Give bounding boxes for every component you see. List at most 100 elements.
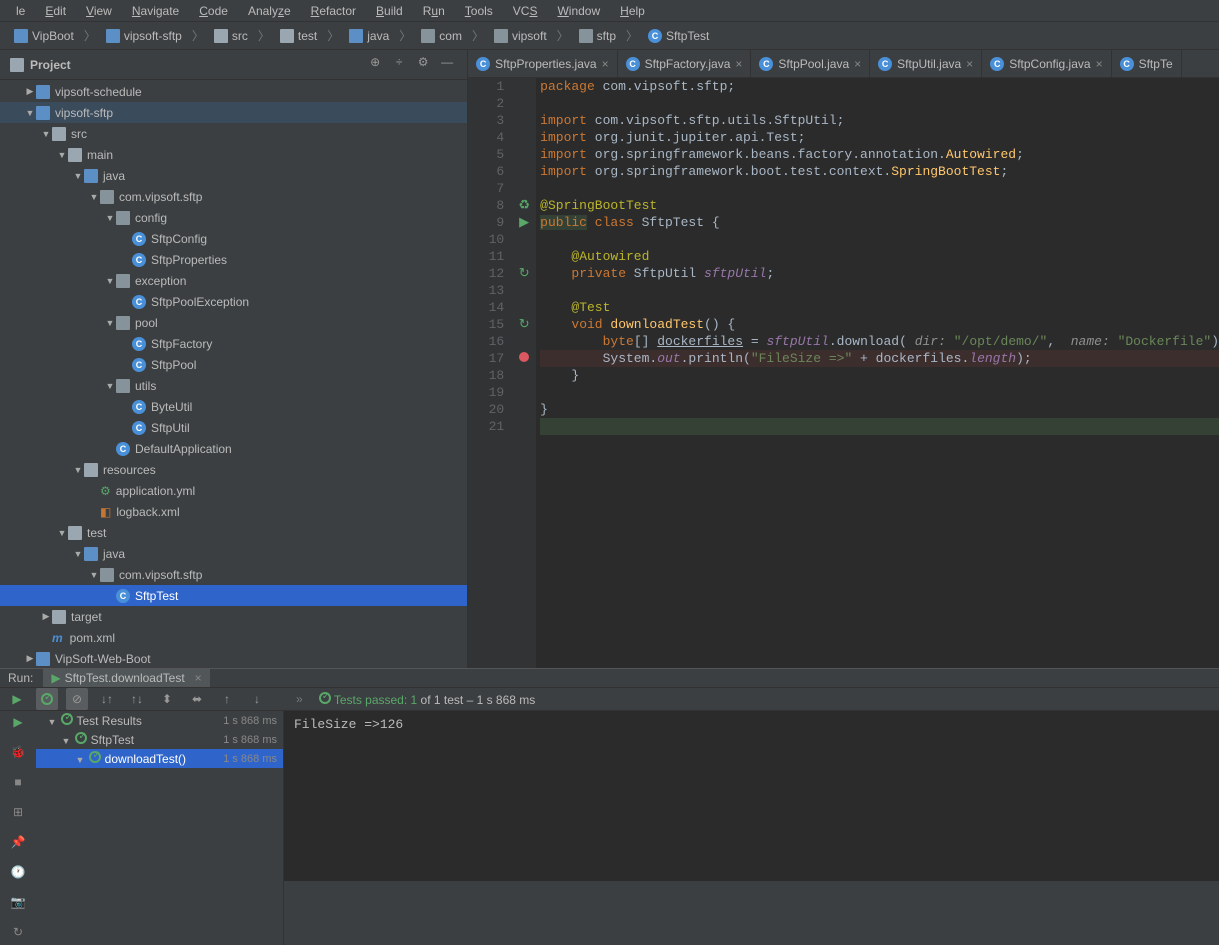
run-tab[interactable]: ▶SftpTest.downloadTest×: [43, 669, 209, 687]
test-row[interactable]: ▼ downloadTest()1 s 868 ms: [36, 749, 283, 768]
tree-item[interactable]: CSftpFactory: [0, 333, 467, 354]
tree-item[interactable]: ◧logback.xml: [0, 501, 467, 522]
editor-tab[interactable]: CSftpConfig.java×: [982, 50, 1111, 78]
menu-refactor[interactable]: Refactor: [311, 4, 356, 18]
tree-item[interactable]: ▼config: [0, 207, 467, 228]
test-row[interactable]: ▼ SftpTest1 s 868 ms: [36, 730, 283, 749]
breadcrumb-item[interactable]: vipsoft-sftp: [100, 28, 188, 44]
toggle-ignore-button[interactable]: ⊘: [66, 688, 88, 710]
locate-button[interactable]: ⊕: [365, 55, 385, 75]
menu-navigate[interactable]: Navigate: [132, 4, 179, 18]
tree-item[interactable]: ▼java: [0, 543, 467, 564]
export-button[interactable]: 📷: [8, 895, 28, 915]
folder-icon: [214, 29, 228, 43]
editor-tab[interactable]: CSftpTe: [1112, 50, 1182, 78]
editor-tab[interactable]: CSftpFactory.java×: [618, 50, 752, 78]
tree-item[interactable]: ▼test: [0, 522, 467, 543]
menu-tools[interactable]: Tools: [465, 4, 493, 18]
breadcrumb-item[interactable]: src: [208, 28, 254, 44]
project-header: Project ⊕ ÷ ⚙ —: [0, 50, 467, 80]
menu-file[interactable]: le: [16, 4, 25, 18]
sort-button[interactable]: ↓↑: [96, 688, 118, 710]
close-icon[interactable]: ×: [854, 57, 861, 71]
tree-item[interactable]: CSftpConfig: [0, 228, 467, 249]
breadcrumb-item[interactable]: sftp: [573, 28, 622, 44]
folder-icon: [84, 547, 98, 561]
editor-tab[interactable]: CSftpPool.java×: [751, 50, 870, 78]
tree-item[interactable]: ▶target: [0, 606, 467, 627]
tree-item[interactable]: mpom.xml: [0, 627, 467, 648]
project-icon: [10, 58, 24, 72]
breadcrumb-item[interactable]: java: [343, 28, 395, 44]
menu-help[interactable]: Help: [620, 4, 645, 18]
close-icon[interactable]: ×: [966, 57, 973, 71]
menu-code[interactable]: Code: [199, 4, 228, 18]
prev-button[interactable]: ↑: [216, 688, 238, 710]
stop-button[interactable]: ■: [8, 775, 28, 795]
tree-item[interactable]: ▼exception: [0, 270, 467, 291]
tree-item[interactable]: CSftpProperties: [0, 249, 467, 270]
settings-button[interactable]: ⚙: [413, 55, 433, 75]
tree-item[interactable]: CSftpTest: [0, 585, 467, 606]
layout-button[interactable]: ⊞: [8, 805, 28, 825]
close-icon[interactable]: ×: [735, 57, 742, 71]
code-view[interactable]: 123456789101112131415161718192021 ♻▶↻↻ p…: [468, 78, 1219, 668]
debug-button[interactable]: 🐞: [8, 745, 28, 765]
tree-item[interactable]: ▼pool: [0, 312, 467, 333]
tests-total-text: of 1 test – 1 s 868 ms: [417, 693, 535, 707]
breadcrumb-item[interactable]: CSftpTest: [642, 28, 715, 44]
tree-item[interactable]: ▼vipsoft-sftp: [0, 102, 467, 123]
tree-item[interactable]: ▼java: [0, 165, 467, 186]
tree-item[interactable]: ▼resources: [0, 459, 467, 480]
menu-run[interactable]: Run: [423, 4, 445, 18]
breakpoint-icon[interactable]: [519, 352, 529, 362]
close-icon[interactable]: ×: [1096, 57, 1103, 71]
run-button[interactable]: ▶: [8, 715, 28, 735]
pin-button[interactable]: 📌: [8, 835, 28, 855]
menu-analyze[interactable]: Analyze: [248, 4, 291, 18]
project-panel: Project ⊕ ÷ ⚙ — ▶vipsoft-schedule▼vipsof…: [0, 50, 468, 668]
folder-icon: [68, 148, 82, 162]
close-icon[interactable]: ×: [602, 57, 609, 71]
tree-item[interactable]: CByteUtil: [0, 396, 467, 417]
history-button[interactable]: 🕐: [8, 865, 28, 885]
tree-item[interactable]: CSftpUtil: [0, 417, 467, 438]
console-output[interactable]: FileSize =>126: [284, 711, 1219, 945]
code-content[interactable]: package com.vipsoft.sftp;import com.vips…: [536, 78, 1219, 668]
tree-item[interactable]: ▼utils: [0, 375, 467, 396]
tree-item[interactable]: ▼com.vipsoft.sftp: [0, 564, 467, 585]
tree-item[interactable]: ▼com.vipsoft.sftp: [0, 186, 467, 207]
menu-build[interactable]: Build: [376, 4, 403, 18]
tree-item[interactable]: ▶VipSoft-Web-Boot: [0, 648, 467, 668]
breadcrumb-item[interactable]: test: [274, 28, 323, 44]
hide-button[interactable]: —: [437, 55, 457, 75]
collapse-button[interactable]: ⬌: [186, 688, 208, 710]
tree-item[interactable]: ▼main: [0, 144, 467, 165]
toggle-pass-button[interactable]: [36, 688, 58, 710]
breadcrumb-item[interactable]: com: [415, 28, 468, 44]
editor-tab[interactable]: CSftpProperties.java×: [468, 50, 617, 78]
tree-item[interactable]: ▶vipsoft-schedule: [0, 81, 467, 102]
test-tree[interactable]: ▼ Test Results1 s 868 ms▼ SftpTest1 s 86…: [36, 711, 284, 945]
menu-vcs[interactable]: VCS: [513, 4, 538, 18]
test-row[interactable]: ▼ Test Results1 s 868 ms: [36, 711, 283, 730]
expand-button[interactable]: ⬍: [156, 688, 178, 710]
tree-item[interactable]: ⚙application.yml: [0, 480, 467, 501]
tree-item[interactable]: CSftpPool: [0, 354, 467, 375]
menu-window[interactable]: Window: [557, 4, 600, 18]
rerun-button[interactable]: ▶: [6, 688, 28, 710]
breadcrumb-item[interactable]: VipBoot: [8, 28, 80, 44]
gutter-markers[interactable]: ♻▶↻↻: [512, 78, 536, 668]
tree-item[interactable]: CDefaultApplication: [0, 438, 467, 459]
collapse-button[interactable]: ÷: [389, 55, 409, 75]
menu-edit[interactable]: Edit: [45, 4, 66, 18]
tree-item[interactable]: ▼src: [0, 123, 467, 144]
editor-tab[interactable]: CSftpUtil.java×: [870, 50, 982, 78]
sort2-button[interactable]: ↑↓: [126, 688, 148, 710]
tree-item[interactable]: CSftpPoolException: [0, 291, 467, 312]
next-button[interactable]: ↓: [246, 688, 268, 710]
project-tree[interactable]: ▶vipsoft-schedule▼vipsoft-sftp▼src▼main▼…: [0, 80, 467, 668]
more-button[interactable]: ↻: [8, 925, 28, 945]
menu-view[interactable]: View: [86, 4, 112, 18]
breadcrumb-item[interactable]: vipsoft: [488, 28, 553, 44]
